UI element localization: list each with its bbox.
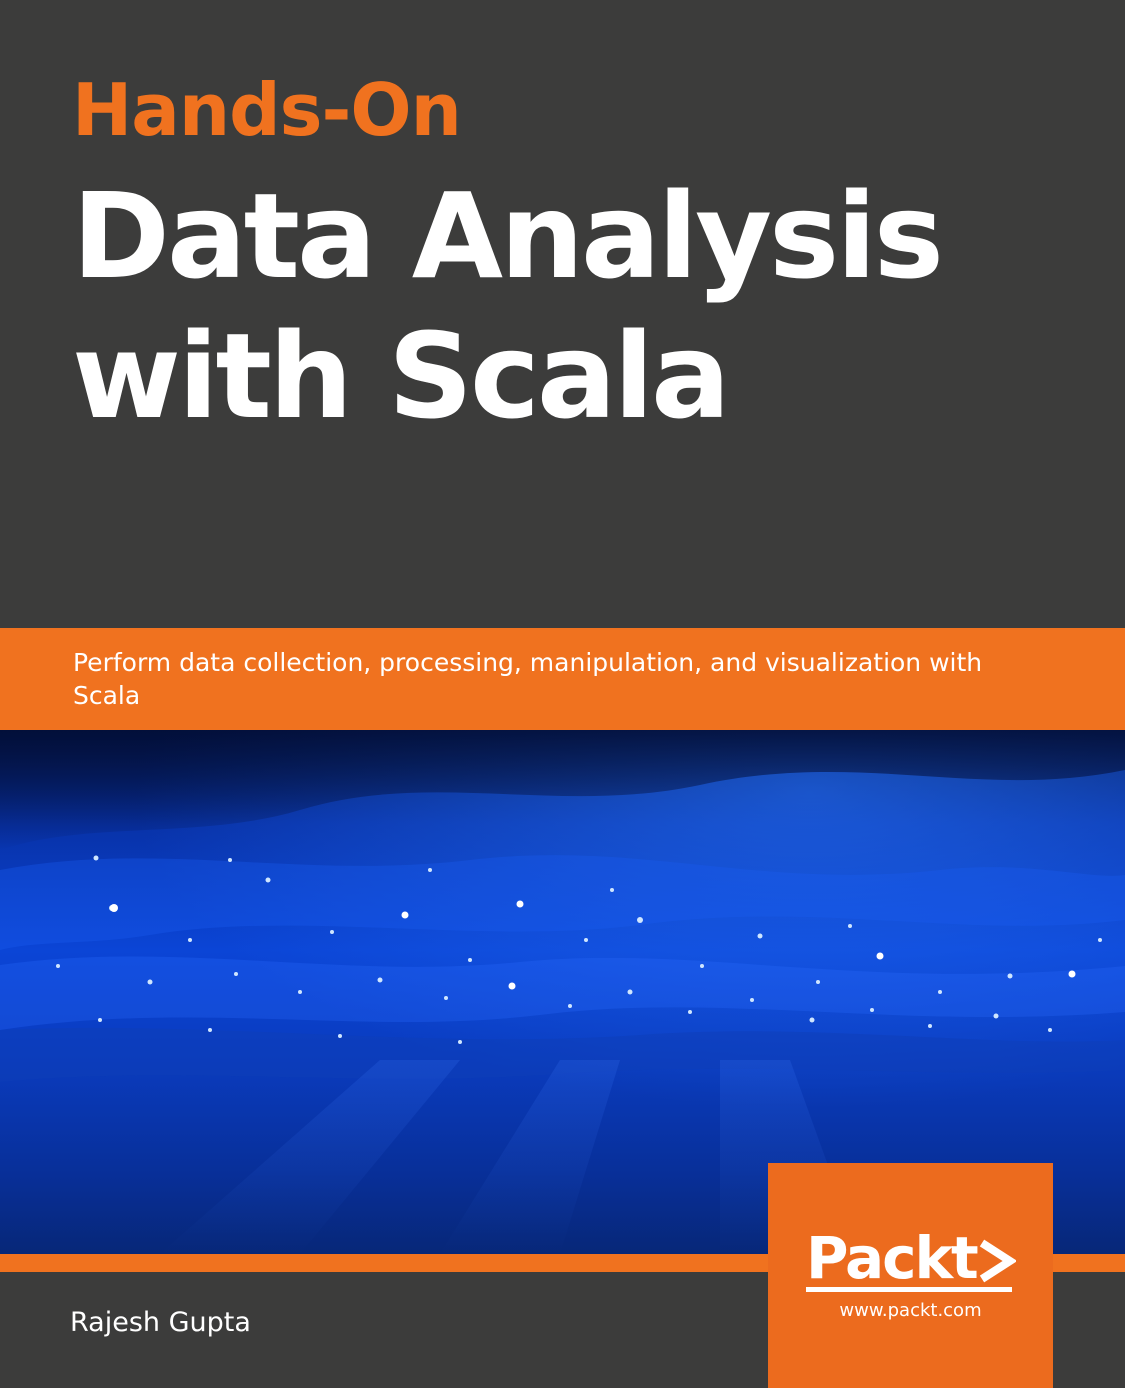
book-cover: Hands-On Data Analysis with Scala Perfor…: [0, 0, 1125, 1388]
title-block: Hands-On Data Analysis with Scala: [72, 60, 1072, 446]
book-subtitle: Perform data collection, processing, man…: [73, 648, 983, 710]
publisher-url: www.packt.com: [839, 1300, 982, 1321]
publisher-logo: Packt: [806, 1224, 1016, 1292]
book-title: Data Analysis with Scala: [72, 166, 1072, 446]
series-name: Hands-On: [72, 68, 462, 152]
author-name: Rajesh Gupta: [70, 1307, 251, 1338]
publisher-box: Packt www.packt.com: [768, 1163, 1053, 1388]
subtitle-band: Perform data collection, processing, man…: [0, 628, 1125, 730]
publisher-logo-text: Packt: [806, 1224, 978, 1292]
book-title-line-1: Data Analysis: [72, 167, 944, 305]
book-title-line-2: with Scala: [72, 307, 731, 445]
